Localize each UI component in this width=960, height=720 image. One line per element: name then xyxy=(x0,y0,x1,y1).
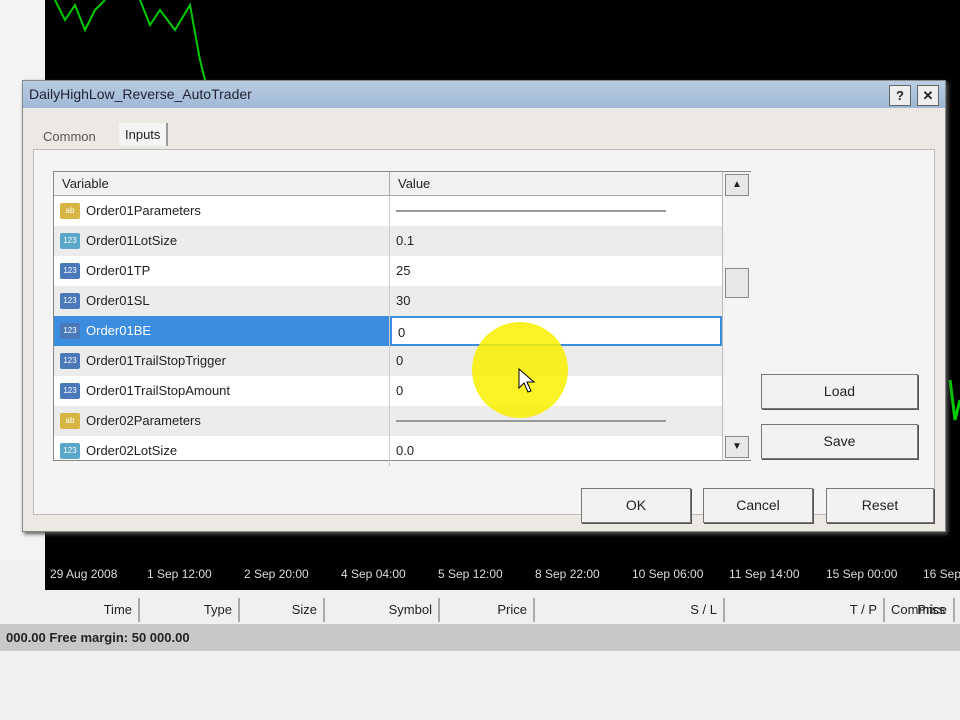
variable-cell[interactable]: 123 Order01TP xyxy=(54,256,390,286)
time-axis-label: 16 Sep xyxy=(923,567,960,581)
time-axis-label: 29 Aug 2008 xyxy=(50,567,118,581)
title-bar[interactable]: DailyHighLow_Reverse_AutoTrader ? ✕ xyxy=(23,81,945,108)
input-row[interactable]: 123 Order01SL 30 xyxy=(54,286,722,316)
time-axis-label: 4 Sep 04:00 xyxy=(341,567,406,581)
tab-inputs[interactable]: Inputs xyxy=(119,123,169,146)
terminal-column-header[interactable]: S / L xyxy=(535,598,725,622)
variable-cell[interactable]: ab Order02Parameters xyxy=(54,406,390,436)
input-row[interactable]: 123 Order01LotSize 0.1 xyxy=(54,226,722,256)
input-row[interactable]: 123 Order01TrailStopTrigger 0 xyxy=(54,346,722,376)
number-icon: 123 xyxy=(60,353,80,369)
value-text: 0.0 xyxy=(396,443,415,458)
reset-button[interactable]: Reset xyxy=(826,488,934,523)
inputs-grid[interactable]: Variable Value ab Order01Parameters 123 Ord… xyxy=(53,171,751,466)
input-row[interactable]: ab Order01Parameters xyxy=(54,196,722,226)
price-series xyxy=(139,0,206,81)
variable-name: Order02LotSize xyxy=(86,443,178,458)
number-icon: 123 xyxy=(60,233,80,249)
input-row[interactable]: 123 Order01TrailStopAmount 0 xyxy=(54,376,722,406)
value-text: 0 xyxy=(396,353,404,368)
input-row[interactable]: 123 Order01BE 0 xyxy=(54,316,722,346)
variable-name: Order01TrailStopTrigger xyxy=(86,353,226,368)
price-series xyxy=(948,379,960,421)
value-cell[interactable]: 25 xyxy=(390,256,722,286)
terminal-column-header[interactable]: Time xyxy=(40,598,140,622)
terminal-column-header[interactable]: Symbol xyxy=(325,598,440,622)
variable-cell[interactable]: 123 Order01SL xyxy=(54,286,390,316)
value-text: 30 xyxy=(396,293,411,308)
number-icon: 123 xyxy=(60,323,80,339)
save-button[interactable]: Save xyxy=(761,424,918,459)
value-cell[interactable]: 0.0 xyxy=(390,436,722,466)
close-button[interactable]: ✕ xyxy=(917,85,939,106)
mouse-cursor-icon xyxy=(518,368,536,393)
variable-cell[interactable]: 123 Order02LotSize xyxy=(54,436,390,466)
value-cell[interactable]: 0.1 xyxy=(390,226,722,256)
group-icon: ab xyxy=(60,203,80,219)
variable-cell[interactable]: 123 Order01LotSize xyxy=(54,226,390,256)
terminal-column-header[interactable]: Commiss xyxy=(885,598,960,622)
input-row[interactable]: 123 Order01TP 25 xyxy=(54,256,722,286)
variable-name: Order01Parameters xyxy=(86,203,201,218)
value-cell[interactable] xyxy=(390,196,722,226)
variable-name: Order01BE xyxy=(86,323,152,338)
number-icon: 123 xyxy=(60,443,80,459)
terminal-column-header[interactable]: Size xyxy=(240,598,325,622)
terminal-column-header[interactable]: Price xyxy=(440,598,535,622)
time-axis-label: 11 Sep 14:00 xyxy=(729,567,800,581)
cancel-button[interactable]: Cancel xyxy=(703,488,813,523)
dialog-title: DailyHighLow_Reverse_AutoTrader xyxy=(29,86,252,102)
separator-line xyxy=(396,210,666,212)
variable-cell[interactable]: 123 Order01TrailStopTrigger xyxy=(54,346,390,376)
number-icon: 123 xyxy=(60,383,80,399)
variable-name: Order01SL xyxy=(86,293,150,308)
variable-name: Order02Parameters xyxy=(86,413,201,428)
ok-button[interactable]: OK xyxy=(581,488,691,523)
variable-cell[interactable]: ab Order01Parameters xyxy=(54,196,390,226)
value-text: 0 xyxy=(398,325,406,340)
time-axis-label: 5 Sep 12:00 xyxy=(438,567,503,581)
time-axis-label: 15 Sep 00:00 xyxy=(826,567,898,581)
column-header-value[interactable]: Value xyxy=(390,172,722,196)
scroll-thumb[interactable] xyxy=(725,268,749,298)
number-icon: 123 xyxy=(60,293,80,309)
separator-line xyxy=(396,420,666,422)
value-text: 0 xyxy=(396,383,404,398)
terminal-column-header[interactable]: T / P xyxy=(725,598,885,622)
price-series xyxy=(54,0,106,33)
group-icon: ab xyxy=(60,413,80,429)
variable-cell[interactable]: 123 Order01BE xyxy=(54,316,390,346)
input-row[interactable]: 123 Order02LotSize 0.0 xyxy=(54,436,722,466)
terminal-column-header[interactable]: Type xyxy=(140,598,240,622)
number-icon: 123 xyxy=(60,263,80,279)
scroll-down-button[interactable]: ▼ xyxy=(725,436,749,458)
status-bar: 000.00 Free margin: 50 000.00 xyxy=(0,624,960,651)
value-text: 0.1 xyxy=(396,233,415,248)
input-row[interactable]: ab Order02Parameters xyxy=(54,406,722,436)
column-header-variable[interactable]: Variable xyxy=(54,172,390,196)
help-button[interactable]: ? xyxy=(889,85,911,106)
scroll-up-button[interactable]: ▲ xyxy=(725,174,749,196)
value-cell[interactable]: 30 xyxy=(390,286,722,316)
time-axis-label: 10 Sep 06:00 xyxy=(632,567,704,581)
value-text: 25 xyxy=(396,263,411,278)
time-axis-label: 8 Sep 22:00 xyxy=(535,567,600,581)
variable-name: Order01TP xyxy=(86,263,151,278)
variable-name: Order01LotSize xyxy=(86,233,178,248)
time-axis-label: 2 Sep 20:00 xyxy=(244,567,309,581)
variable-cell[interactable]: 123 Order01TrailStopAmount xyxy=(54,376,390,406)
tab-common[interactable]: Common xyxy=(37,125,102,148)
variable-name: Order01TrailStopAmount xyxy=(86,383,231,398)
time-axis-label: 1 Sep 12:00 xyxy=(147,567,212,581)
vertical-scrollbar[interactable]: ▲ ▼ xyxy=(722,172,751,460)
value-cell[interactable] xyxy=(390,406,722,436)
expert-properties-dialog: DailyHighLow_Reverse_AutoTrader ? ✕ Comm… xyxy=(22,80,946,532)
load-button[interactable]: Load xyxy=(761,374,918,409)
